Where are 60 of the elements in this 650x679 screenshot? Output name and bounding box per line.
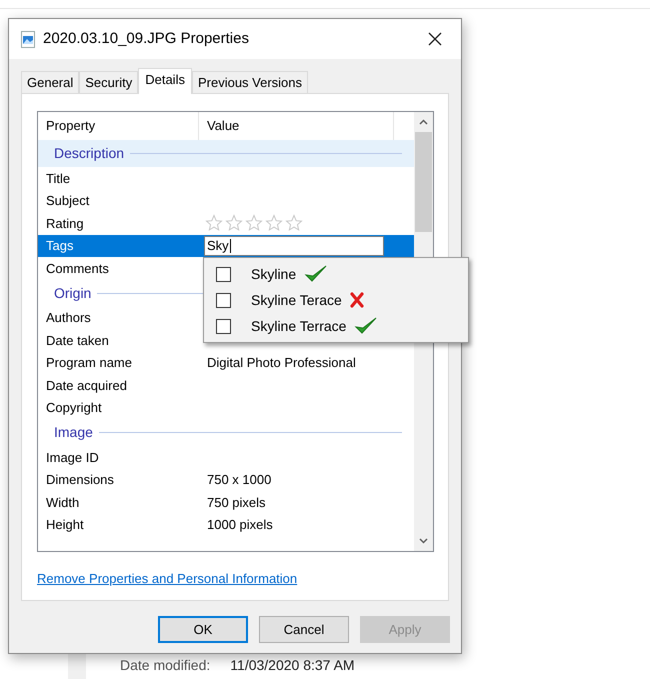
property-value: Digital Photo Professional (206, 354, 356, 372)
property-name: Image ID (45, 448, 100, 467)
property-name: Program name (45, 354, 133, 372)
property-name: Copyright (45, 399, 103, 417)
property-row[interactable]: Dimensions 750 x 1000 (38, 468, 414, 491)
property-name: Rating (45, 214, 85, 233)
property-row[interactable]: Program name Digital Photo Professional (38, 352, 414, 374)
rating-stars[interactable] (205, 214, 303, 232)
property-row[interactable]: Date acquired (38, 374, 414, 396)
property-row[interactable]: Width 750 pixels (38, 491, 414, 514)
property-name: Dimensions (45, 471, 115, 489)
star-icon[interactable] (205, 214, 223, 232)
tags-input[interactable]: Sky (204, 236, 384, 256)
star-icon[interactable] (225, 214, 243, 232)
date-modified-label: Date modified: (120, 656, 210, 675)
property-row[interactable]: Title (38, 167, 414, 190)
tab[interactable]: Previous Versions (192, 71, 308, 93)
star-icon[interactable] (265, 214, 283, 232)
property-name: Date acquired (45, 376, 128, 395)
check-mark-icon (354, 316, 378, 336)
property-row[interactable]: Rating (38, 212, 414, 234)
property-value: 750 x 1000 (206, 471, 272, 489)
star-icon[interactable] (285, 214, 303, 232)
property-row[interactable]: Subject (38, 190, 414, 212)
scroll-down-icon[interactable] (419, 538, 428, 544)
dialog-button[interactable]: OK (158, 616, 248, 643)
section-header[interactable]: Description (38, 140, 414, 167)
checkbox[interactable] (216, 266, 231, 282)
date-modified-value: 11/03/2020 8:37 AM (230, 656, 355, 675)
scroll-thumb[interactable] (415, 132, 432, 232)
cross-mark-icon (350, 292, 364, 308)
check-mark-icon (304, 264, 328, 284)
property-row[interactable]: Height 1000 pixels (38, 514, 414, 536)
property-name: Width (45, 494, 80, 512)
property-row[interactable]: Image ID (38, 446, 414, 468)
dialog-button[interactable]: Cancel (259, 616, 349, 643)
property-name: Title (45, 170, 72, 188)
window-title: 2020.03.10_09.JPG Properties (43, 28, 250, 49)
property-name: Height (45, 516, 85, 534)
checkbox[interactable] (216, 292, 231, 308)
property-name: Tags (45, 237, 74, 255)
property-row[interactable]: Tags Sky (38, 234, 414, 257)
tab[interactable]: Security (79, 71, 138, 93)
tab[interactable]: Details (138, 68, 192, 94)
remove-properties-link[interactable]: Remove Properties and Personal Information (37, 569, 298, 588)
suggestion-label[interactable]: Skyline (251, 264, 296, 284)
suggestion-label[interactable]: Skyline Terace (251, 290, 342, 310)
property-name: Date taken (45, 332, 110, 350)
section-header[interactable]: Image (38, 419, 414, 446)
star-icon[interactable] (245, 214, 263, 232)
suggestion-label[interactable]: Skyline Terrace (251, 316, 346, 336)
scroll-up-icon[interactable] (419, 119, 428, 125)
close-icon (427, 31, 443, 47)
property-value: 1000 pixels (206, 516, 273, 534)
tab[interactable]: General (21, 71, 80, 93)
image-file-icon (21, 30, 35, 48)
property-value: 750 pixels (206, 494, 266, 512)
checkbox[interactable] (216, 318, 231, 334)
property-row[interactable]: Copyright (38, 396, 414, 419)
property-name: Subject (45, 192, 90, 210)
